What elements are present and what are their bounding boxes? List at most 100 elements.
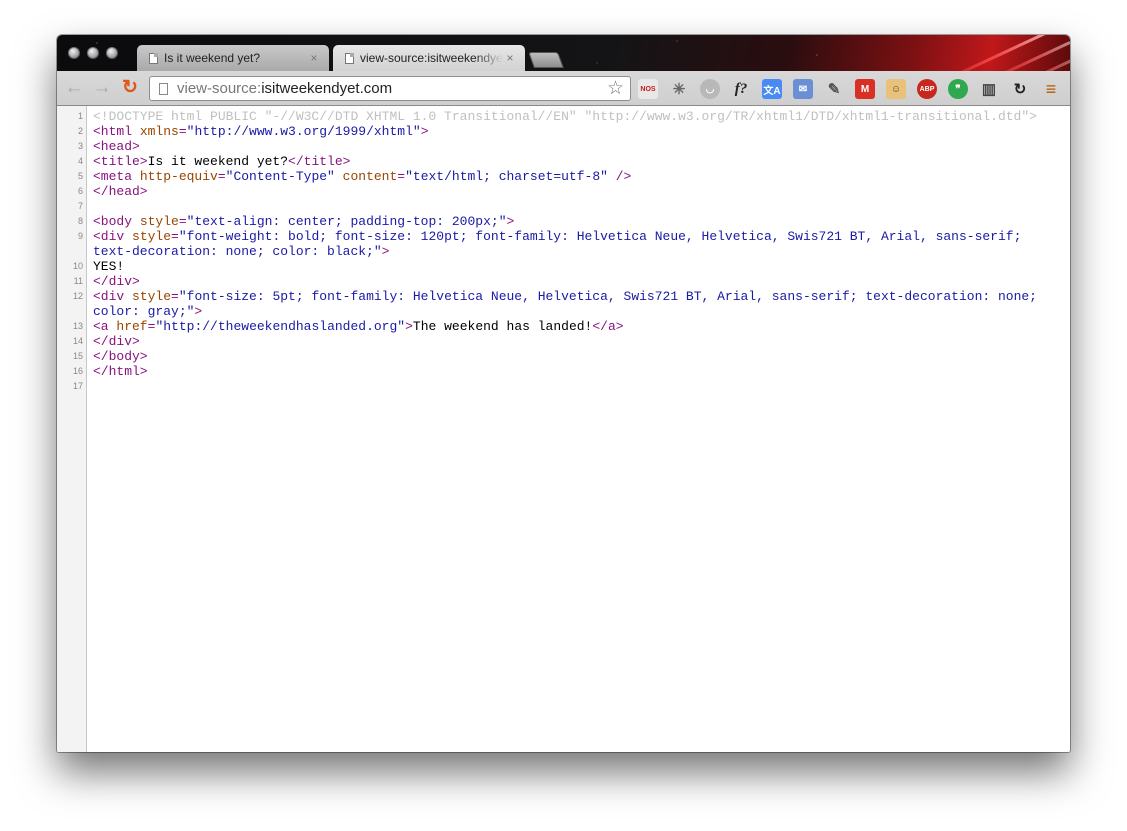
source-token: > [420, 124, 429, 139]
tab-view-source[interactable]: view-source:isitweekendyet.com × [333, 45, 525, 71]
minimize-window-button[interactable] [87, 47, 99, 59]
menu-icon[interactable]: ≡ [1041, 79, 1061, 99]
source-token: > [381, 244, 390, 259]
source-token: <html [93, 124, 140, 139]
nos-news-extension[interactable]: NOS [638, 79, 658, 99]
line-text: <div style="font-size: 5pt; font-family:… [87, 289, 1037, 304]
mail-extension[interactable]: ✉ [793, 79, 813, 99]
source-token: <head> [93, 139, 140, 154]
line-text: </div> [87, 334, 140, 349]
source-line: 17 [57, 379, 1070, 394]
source-token: style [132, 289, 172, 304]
hangouts-extension[interactable]: ❞ [948, 79, 968, 99]
source-link[interactable]: http://theweekendhaslanded.org [163, 319, 397, 334]
source-token [335, 169, 343, 184]
source-token: http-equiv [139, 169, 218, 184]
source-token: color: gray;" [93, 304, 195, 319]
reload-button[interactable]: ↻ [119, 77, 141, 99]
line-text: <head> [87, 139, 140, 154]
back-button[interactable]: ← [63, 77, 85, 99]
gmail-extension[interactable]: M [855, 79, 875, 99]
source-line: 14 </div> [57, 334, 1070, 349]
line-number: 6 [77, 186, 83, 196]
address-url[interactable]: view-source:isitweekendyet.com [177, 80, 392, 97]
line-text: YES! [87, 259, 124, 274]
line-number: 2 [77, 126, 83, 136]
line-text: <!DOCTYPE html PUBLIC "-//W3C//DTD XHTML… [87, 109, 1037, 124]
page-icon [345, 52, 354, 64]
line-text: <meta http-equiv="Content-Type" content=… [87, 169, 631, 184]
source-token: </a> [592, 319, 624, 334]
line-text: <title>Is it weekend yet?</title> [87, 154, 350, 169]
line-text: </html> [87, 364, 148, 379]
source-token: Is it weekend yet? [147, 154, 289, 169]
address-bar[interactable]: view-source:isitweekendyet.com ☆ [149, 76, 631, 101]
close-window-button[interactable] [68, 47, 80, 59]
line-number: 16 [72, 366, 83, 376]
line-number: 8 [77, 216, 83, 226]
line-text [87, 199, 101, 214]
source-token: </title> [288, 154, 351, 169]
reader-extension[interactable]: ▥ [979, 79, 999, 99]
source-line: 7 [57, 199, 1070, 214]
source-token: > [506, 214, 515, 229]
source-line: 4 <title>Is it weekend yet?</title> [57, 154, 1070, 169]
url-host: isitweekendyet.com [261, 80, 393, 97]
tab-title: Is it weekend yet? [164, 51, 261, 65]
line-number: 1 [77, 111, 83, 121]
line-text: text-decoration: none; color: black;"> [87, 244, 389, 259]
source-line: 12 <div style="font-size: 5pt; font-famil… [57, 289, 1070, 304]
source-line: 3 <head> [57, 139, 1070, 154]
source-token: <meta [93, 169, 140, 184]
source-token: xmlns [139, 124, 179, 139]
source-token: = [397, 169, 406, 184]
line-number: 4 [77, 156, 83, 166]
pocket-extension[interactable]: ◡ [700, 79, 720, 99]
line-number [57, 244, 87, 259]
source-token: "Content-Type" [225, 169, 335, 184]
source-token: style [139, 214, 179, 229]
bookmark-star-icon[interactable]: ☆ [607, 78, 624, 100]
page-icon [159, 82, 168, 95]
tab-strip: Is it weekend yet? × view-source:isitwee… [57, 35, 1070, 71]
line-text: <html xmlns="http://www.w3.org/1999/xhtm… [87, 124, 429, 139]
line-text: <a href="http://theweekendhaslanded.org"… [87, 319, 624, 334]
source-token: = [171, 289, 179, 304]
line-number: 17 [72, 381, 83, 391]
loading-spinner-icon[interactable]: ✳ [669, 79, 689, 99]
line-text [87, 379, 101, 394]
close-tab-icon[interactable]: × [307, 51, 321, 65]
source-token: <a [93, 319, 117, 334]
source-token: > [194, 304, 203, 319]
source-line: 6 </head> [57, 184, 1070, 199]
line-number: 7 [77, 201, 83, 211]
line-text: </body> [87, 349, 148, 364]
source-line: 2 <html xmlns="http://www.w3.org/1999/xht… [57, 124, 1070, 139]
line-text: </div> [87, 274, 140, 289]
source-token: <div [93, 289, 133, 304]
whatfont-extension[interactable]: f? [731, 79, 751, 99]
face-extension[interactable]: ☺ [886, 79, 906, 99]
translate-extension[interactable]: 文A [762, 79, 782, 99]
line-number: 11 [73, 276, 83, 286]
source-code: 1 <!DOCTYPE html PUBLIC "-//W3C//DTD XHTM… [57, 109, 1070, 394]
source-token: </div> [93, 334, 140, 349]
view-source-content: 1 <!DOCTYPE html PUBLIC "-//W3C//DTD XHTM… [57, 106, 1070, 752]
source-token: style [132, 229, 172, 244]
line-text: </head> [87, 184, 148, 199]
source-line: 11 </div> [57, 274, 1070, 289]
sync-extension[interactable]: ↻ [1010, 79, 1030, 99]
forward-button[interactable]: → [91, 77, 113, 99]
source-token: <body [93, 214, 140, 229]
source-line: 1 <!DOCTYPE html PUBLIC "-//W3C//DTD XHTM… [57, 109, 1070, 124]
eyedropper-extension[interactable]: ✎ [824, 79, 844, 99]
line-number: 5 [77, 171, 83, 181]
source-line: text-decoration: none; color: black;"> [57, 244, 1070, 259]
zoom-window-button[interactable] [106, 47, 118, 59]
source-token: "font-weight: bold; font-size: 120pt; fo… [178, 229, 1022, 244]
new-tab-button[interactable] [528, 52, 564, 68]
tab-is-it-weekend-yet[interactable]: Is it weekend yet? × [137, 45, 329, 71]
source-token: "text-align: center; padding-top: 200px;… [186, 214, 507, 229]
close-tab-icon[interactable]: × [503, 51, 517, 65]
adblock-plus-extension[interactable]: ABP [917, 79, 937, 99]
